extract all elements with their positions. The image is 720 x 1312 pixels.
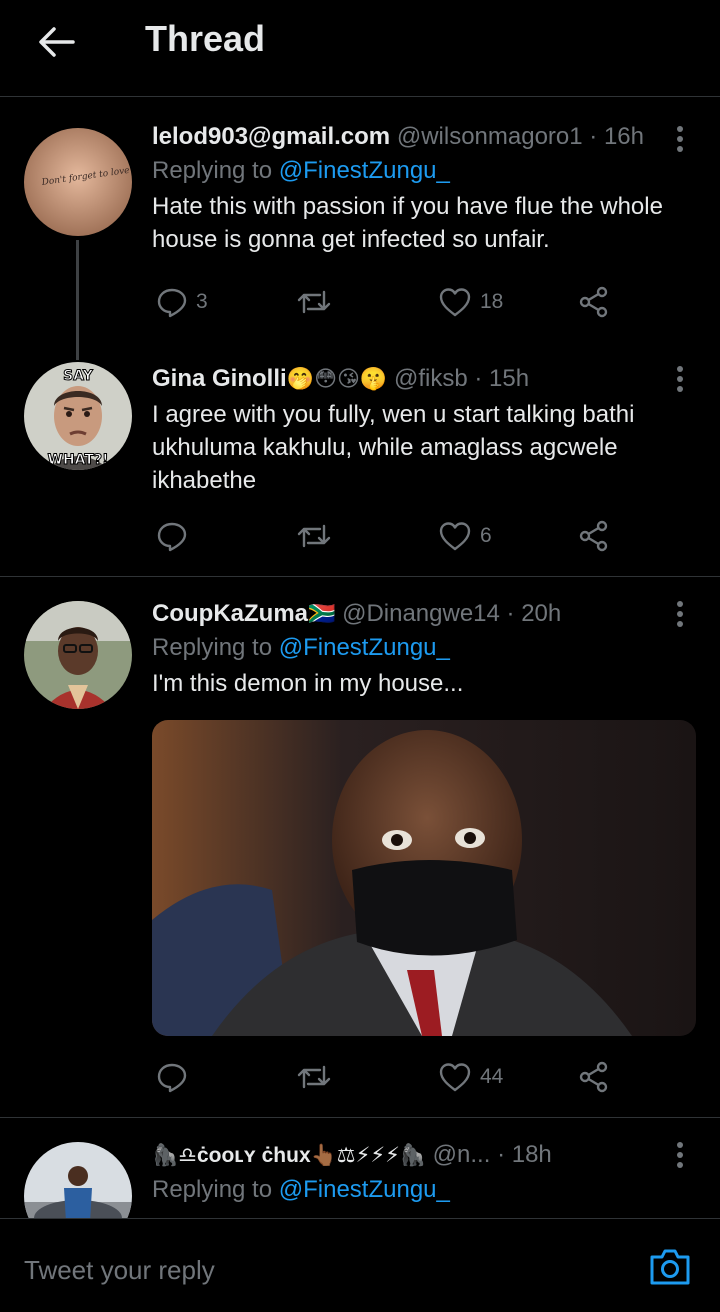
author-handle[interactable]: @fiksb (394, 365, 468, 392)
reply-icon (157, 522, 187, 552)
avatar-caption-top: SAY (63, 368, 94, 384)
like-button[interactable]: 44 (438, 1057, 503, 1097)
like-count: 18 (480, 290, 504, 313)
camera-button[interactable] (648, 1245, 692, 1289)
tweet-time: · 16h (589, 123, 644, 150)
author-emojis: 🤭😳😘🤫 (286, 366, 388, 391)
avatar-caption-bottom: WHAT?! (48, 452, 109, 468)
reply-button[interactable] (156, 1057, 196, 1097)
more-vertical-icon (677, 601, 683, 627)
tweet-1[interactable]: SAY WHAT?! Gina Ginolli🤭😳😘🤫 @fiksb · 15h… (0, 336, 720, 576)
replying-to-label: Replying to (152, 1176, 279, 1203)
more-vertical-icon (677, 126, 683, 152)
like-icon (439, 522, 471, 551)
more-options-button[interactable] (668, 599, 692, 629)
tweet-meta: lelod903@gmail.com @wilsonmagoro1 · 16h (152, 120, 696, 154)
more-options-button[interactable] (668, 1140, 692, 1170)
back-button[interactable] (30, 20, 82, 64)
reply-composer: Tweet your reply (0, 1218, 720, 1312)
retweet-icon (297, 524, 331, 548)
avatar[interactable]: Don't forget to love yourself (24, 128, 132, 236)
reply-count: 3 (196, 290, 208, 313)
author-name[interactable]: Gina Ginolli (152, 365, 287, 392)
tweet-text: Hate this with passion if you have flue … (152, 193, 663, 253)
tweet-time: · 20h (506, 600, 562, 627)
like-count: 6 (480, 524, 492, 547)
reply-button[interactable] (156, 516, 196, 556)
more-vertical-icon (677, 1142, 683, 1168)
author-handle[interactable]: @wilsonmagoro1 (397, 123, 583, 150)
share-icon (579, 520, 608, 552)
retweet-button[interactable] (296, 282, 332, 322)
author-handle[interactable]: @Dinangwe14 (342, 600, 500, 627)
retweet-button[interactable] (296, 516, 332, 556)
author-name[interactable]: lelod903@gmail.com (152, 123, 390, 150)
tweet-3[interactable]: 🦍♎ċooʟʏ ċhux👆🏾⚖⚡⚡⚡🦍 @n... · 18h Replying… (0, 1118, 720, 1218)
tweet-2[interactable]: CoupKaZuma🇿🇦 @Dinangwe14 · 20h Replying … (0, 577, 720, 1117)
tweet-image[interactable] (152, 720, 696, 1036)
retweet-icon (297, 290, 331, 314)
more-options-button[interactable] (668, 124, 692, 154)
share-icon (579, 1061, 608, 1093)
more-options-button[interactable] (668, 364, 692, 394)
tweet-meta: Gina Ginolli🤭😳😘🤫 @fiksb · 15h (152, 362, 696, 396)
tweet-text: I'm this demon in my house... (152, 670, 464, 697)
share-button[interactable] (578, 516, 610, 556)
mention-link[interactable]: @FinestZungu_ (279, 1176, 450, 1203)
share-button[interactable] (578, 282, 610, 322)
mention-link[interactable]: @FinestZungu_ (279, 634, 450, 661)
tweet-time: · 18h (497, 1141, 552, 1168)
replying-to-label: Replying to (152, 634, 279, 661)
tweet-0[interactable]: Don't forget to love yourself lelod903@g… (0, 96, 720, 360)
tweet-time: · 15h (474, 365, 530, 392)
top-bar: Thread (0, 0, 720, 97)
like-button[interactable]: 18 (438, 282, 503, 322)
page-title: Thread (145, 18, 266, 59)
author-name[interactable]: 🦍♎ċooʟʏ ċhux👆🏾⚖⚡⚡⚡🦍 (152, 1144, 426, 1167)
like-count: 44 (480, 1065, 504, 1088)
share-icon (579, 286, 608, 318)
tweet-meta: 🦍♎ċooʟʏ ċhux👆🏾⚖⚡⚡⚡🦍 @n... · 18h (152, 1138, 696, 1173)
like-button[interactable]: 6 (438, 516, 492, 556)
camera-icon (650, 1249, 690, 1285)
reply-input[interactable]: Tweet your reply (24, 1255, 215, 1286)
author-name[interactable]: CoupKaZuma (152, 600, 308, 627)
tweet-text: I agree with you fully, wen u start talk… (152, 401, 635, 494)
replying-to: Replying to @FinestZungu_ (152, 1173, 696, 1207)
author-emojis: 🇿🇦 (308, 601, 336, 626)
tweet-meta: CoupKaZuma🇿🇦 @Dinangwe14 · 20h (152, 597, 696, 631)
share-button[interactable] (578, 1057, 610, 1097)
author-handle[interactable]: @n... (433, 1141, 491, 1168)
replying-to: Replying to @FinestZungu_ (152, 631, 696, 665)
like-icon (439, 1063, 471, 1092)
reply-button[interactable]: 3 (156, 282, 208, 322)
mention-link[interactable]: @FinestZungu_ (279, 157, 450, 184)
like-icon (439, 288, 471, 317)
reply-icon (157, 1063, 187, 1093)
avatar[interactable] (24, 1142, 132, 1218)
avatar[interactable]: SAY WHAT?! (24, 362, 132, 470)
back-arrow-icon (39, 27, 75, 57)
replying-to: Replying to @FinestZungu_ (152, 154, 696, 188)
retweet-icon (297, 1065, 331, 1089)
avatar[interactable] (24, 601, 132, 709)
retweet-button[interactable] (296, 1057, 332, 1097)
replying-to-label: Replying to (152, 157, 279, 184)
reply-icon (157, 288, 187, 318)
more-vertical-icon (677, 366, 683, 392)
